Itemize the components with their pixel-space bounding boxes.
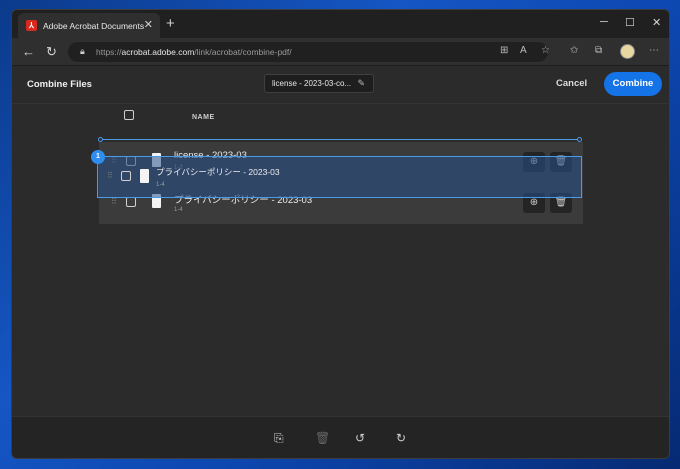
maximize-button[interactable]: ☐ xyxy=(625,16,635,29)
acrobat-icon: ⅄ xyxy=(26,20,37,31)
page-title: Combine Files xyxy=(27,79,92,90)
lock-icon: 🔒︎ xyxy=(80,46,85,56)
add-file-icon[interactable]: ⎘ xyxy=(274,431,284,446)
app-header: Combine Files license - 2023-03-co... ✎ … xyxy=(12,66,669,104)
column-header-name: NAME xyxy=(192,114,215,121)
browser-tab[interactable]: ⅄ Adobe Acrobat Documents ✕ xyxy=(18,13,160,38)
add-favorite-icon[interactable]: ☆ xyxy=(541,45,550,56)
browser-window: ⅄ Adobe Acrobat Documents ✕ + ─ ☐ ✕ ← ↻ … xyxy=(11,9,670,459)
url-host: acrobat.adobe.com xyxy=(121,47,195,57)
pdf-thumbnail xyxy=(140,169,149,183)
refresh-icon[interactable]: ↻ xyxy=(46,44,57,60)
page-range: 1-4 xyxy=(174,207,183,213)
close-window-button[interactable]: ✕ xyxy=(652,16,661,29)
url-path: /link/acrobat/combine-pdf/ xyxy=(194,47,292,57)
filename-text: license - 2023-03-co... xyxy=(272,79,352,88)
read-aloud-icon[interactable]: A xyxy=(520,45,527,56)
select-all-checkbox[interactable] xyxy=(124,110,134,120)
minimize-button[interactable]: ─ xyxy=(600,16,608,28)
tab-close-icon[interactable]: ✕ xyxy=(144,18,153,31)
favorites-icon[interactable]: ✩ xyxy=(570,45,578,56)
apps-icon[interactable]: ⊞ xyxy=(500,45,508,56)
drop-indicator xyxy=(100,139,582,141)
delete-icon: 🗑︎ xyxy=(315,431,331,445)
back-arrow-icon[interactable]: ← xyxy=(22,44,35,59)
file-name: プライバシーポリシー - 2023-03 xyxy=(156,167,280,177)
drop-indicator-corner xyxy=(98,137,103,142)
collections-icon[interactable]: ⧉ xyxy=(595,45,602,56)
combine-button[interactable]: Combine xyxy=(604,72,662,96)
filename-field[interactable]: license - 2023-03-co... ✎ xyxy=(264,74,374,93)
new-tab-button[interactable]: + xyxy=(166,15,175,32)
url-prefix: https:// xyxy=(96,47,122,57)
page-range: 1-4 xyxy=(156,182,165,188)
pencil-icon[interactable]: ✎ xyxy=(357,78,365,89)
address-bar-row: ← ↻ 🔒︎ https:// acrobat.adobe.com /link/… xyxy=(12,38,669,66)
tab-title: Adobe Acrobat Documents xyxy=(43,20,145,31)
profile-avatar[interactable] xyxy=(620,44,635,59)
url-field[interactable]: 🔒︎ https:// acrobat.adobe.com /link/acro… xyxy=(68,42,548,62)
bottom-toolbar: ⎘ 🗑︎ ↺ ↻ xyxy=(12,416,669,458)
rotate-left-icon[interactable]: ↺ xyxy=(355,431,365,445)
drag-handle-icon: ⠿ xyxy=(107,171,113,180)
more-icon[interactable]: ⋯ xyxy=(649,45,659,56)
title-bar: ⅄ Adobe Acrobat Documents ✕ + ─ ☐ ✕ xyxy=(12,10,669,38)
file-list-area: NAME ⠿ license - 2023-03 1-2 ⊕ 🗑︎ ⠿ プライバ… xyxy=(12,104,669,416)
drag-handle-icon[interactable]: ⠿ xyxy=(111,197,117,206)
row-checkbox[interactable] xyxy=(126,197,136,207)
drag-count-badge: 1 xyxy=(91,150,105,164)
dragged-item[interactable]: ⠿ プライバシーポリシー - 2023-03 1-4 xyxy=(97,156,582,198)
drop-indicator-corner xyxy=(577,137,582,142)
row-checkbox xyxy=(121,171,131,181)
rotate-right-icon[interactable]: ↻ xyxy=(396,431,406,445)
cancel-button[interactable]: Cancel xyxy=(556,78,587,89)
